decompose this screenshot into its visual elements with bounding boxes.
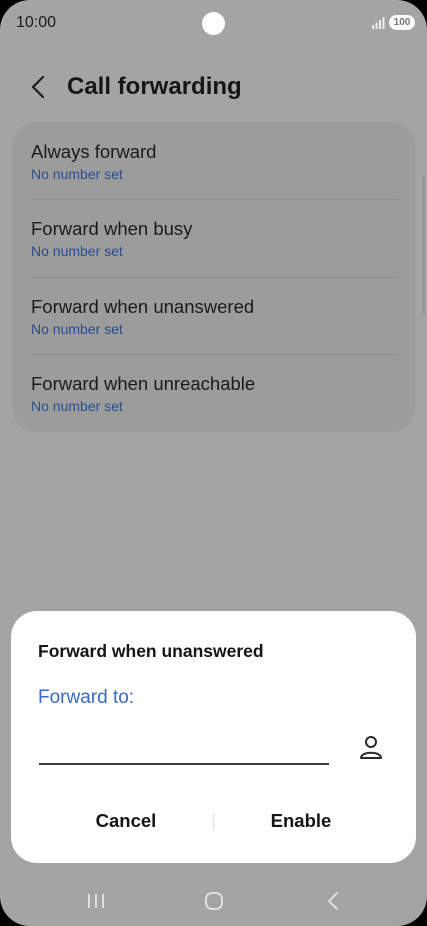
setting-subtitle: No number set <box>31 321 123 337</box>
forward-to-label: Forward to: <box>38 687 135 708</box>
settings-card: Always forward No number set Forward whe… <box>12 122 415 432</box>
forward-dialog: Forward when unanswered Forward to: Canc… <box>11 611 416 863</box>
back-icon[interactable] <box>322 890 344 912</box>
setting-always-forward[interactable]: Always forward No number set <box>31 122 399 199</box>
enable-button[interactable]: Enable <box>211 801 391 841</box>
header: Call forwarding <box>0 66 427 110</box>
recents-icon[interactable] <box>85 890 107 912</box>
home-icon[interactable] <box>203 890 225 912</box>
front-camera <box>202 12 225 35</box>
navigation-bar <box>0 880 427 926</box>
setting-subtitle: No number set <box>31 166 123 182</box>
status-time: 10:00 <box>16 14 57 31</box>
setting-title: Forward when unanswered <box>31 296 255 317</box>
page-title: Call forwarding <box>67 73 242 100</box>
signal-icon <box>372 17 385 29</box>
setting-forward-when-busy[interactable]: Forward when busy No number set <box>31 199 399 276</box>
forward-number-input[interactable] <box>39 729 329 765</box>
setting-forward-when-unanswered[interactable]: Forward when unanswered No number set <box>31 277 399 354</box>
cancel-button[interactable]: Cancel <box>36 801 216 841</box>
person-icon[interactable] <box>357 733 385 761</box>
dialog-title: Forward when unanswered <box>38 641 264 661</box>
setting-title: Always forward <box>31 141 157 162</box>
setting-subtitle: No number set <box>31 398 123 414</box>
chevron-left-icon[interactable] <box>26 74 52 100</box>
setting-forward-when-unreachable[interactable]: Forward when unreachable No number set <box>31 354 399 431</box>
status-bar: 10:00 100 <box>0 0 427 46</box>
battery-icon: 100 <box>389 15 415 30</box>
screen: 10:00 100 Call forwarding Always forward… <box>0 0 427 926</box>
setting-subtitle: No number set <box>31 243 123 259</box>
scrollbar[interactable] <box>422 175 425 315</box>
setting-title: Forward when unreachable <box>31 373 256 394</box>
setting-title: Forward when busy <box>31 218 193 239</box>
